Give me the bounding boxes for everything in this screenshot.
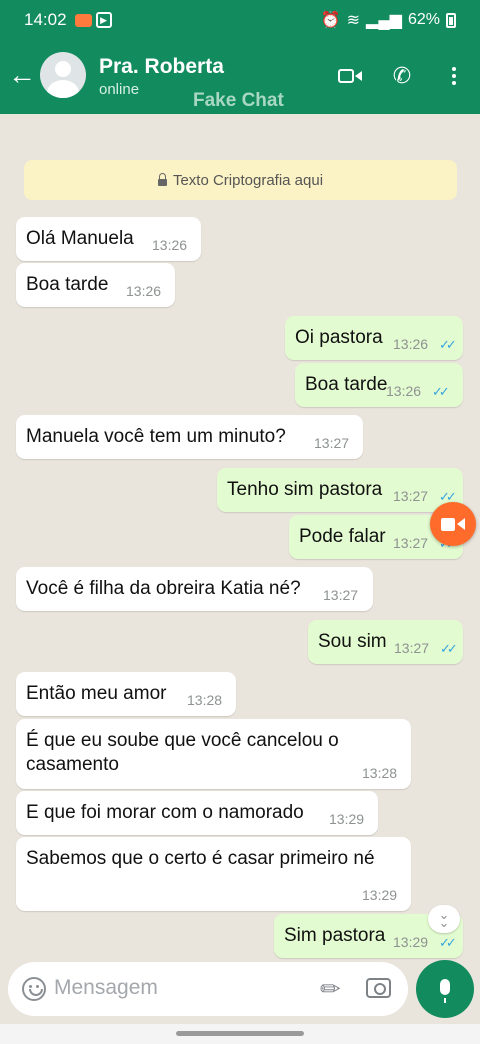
message-text: Então meu amor bbox=[26, 683, 167, 704]
read-receipt-icon: ✓✓ bbox=[432, 384, 450, 399]
message-time: 13:29 bbox=[362, 887, 398, 903]
battery-level: 62% bbox=[407, 11, 440, 28]
more-vert-icon[interactable] bbox=[440, 62, 468, 90]
incoming-message[interactable]: Olá Manuela 13:26 bbox=[16, 217, 201, 261]
video-call-icon[interactable] bbox=[336, 62, 364, 90]
mic-icon bbox=[440, 979, 450, 1003]
screen-record-icon bbox=[74, 13, 92, 27]
avatar[interactable] bbox=[40, 52, 86, 98]
incoming-message[interactable]: Sabemos que o certo é casar primeiro né 1… bbox=[16, 837, 411, 911]
message-text: É que eu soube que você cancelou o casam… bbox=[26, 730, 339, 775]
message-text: Boa tarde bbox=[26, 274, 109, 295]
message-text: Sou sim bbox=[318, 631, 387, 652]
video-call-fab-icon[interactable] bbox=[430, 502, 476, 546]
outgoing-message[interactable]: Oi pastora 13:26 ✓✓ bbox=[285, 316, 463, 360]
message-input[interactable]: Mensagem bbox=[54, 976, 158, 1000]
lock-icon bbox=[157, 172, 167, 186]
outgoing-message[interactable]: Tenho sim pastora 13:27 ✓✓ bbox=[217, 468, 463, 512]
message-time: 13:26 bbox=[386, 383, 422, 399]
status-bar: 14:02 ▶ ⏰ ≋ ▂▄▆ 62% bbox=[0, 0, 480, 40]
message-time: 13:28 bbox=[187, 692, 223, 708]
message-composer[interactable]: Mensagem ✎ bbox=[8, 962, 408, 1016]
read-receipt-icon: ✓✓ bbox=[439, 935, 457, 950]
encryption-notice[interactable]: Texto Criptografia aqui bbox=[24, 160, 457, 200]
scroll-down-icon[interactable]: ⌄ ⌄ bbox=[428, 905, 460, 933]
contact-status: online bbox=[99, 81, 140, 98]
message-text: Oi pastora bbox=[295, 327, 383, 348]
message-time: 13:29 bbox=[393, 934, 429, 950]
mic-button[interactable] bbox=[416, 960, 474, 1018]
message-text: Sim pastora bbox=[284, 925, 386, 946]
chat-header: ← Pra. Roberta online Fake Chat ✆ bbox=[0, 40, 480, 114]
message-text: Manuela você tem um minuto? bbox=[26, 426, 286, 447]
play-store-icon: ▶ bbox=[95, 12, 112, 28]
alarm-icon: ⏰ bbox=[320, 12, 341, 29]
watermark: Fake Chat bbox=[193, 90, 284, 111]
contact-name[interactable]: Pra. Roberta bbox=[99, 55, 224, 79]
wifi-icon: ≋ bbox=[346, 12, 361, 29]
message-text: Você é filha da obreira Katia né? bbox=[26, 578, 301, 599]
message-text: Sabemos que o certo é casar primeiro né bbox=[26, 848, 375, 869]
status-time: 14:02 bbox=[24, 10, 67, 29]
message-time: 13:26 bbox=[152, 237, 188, 253]
attach-icon[interactable]: ✎ bbox=[314, 972, 349, 1007]
home-handle[interactable] bbox=[176, 1031, 304, 1036]
phone-icon[interactable]: ✆ bbox=[388, 62, 416, 90]
message-time: 13:27 bbox=[393, 488, 429, 504]
message-text: E que foi morar com o namorado bbox=[26, 802, 304, 823]
incoming-message[interactable]: E que foi morar com o namorado 13:29 bbox=[16, 791, 378, 835]
message-text: Tenho sim pastora bbox=[227, 479, 383, 500]
message-time: 13:27 bbox=[394, 640, 430, 656]
message-time: 13:26 bbox=[126, 283, 162, 299]
chat-area[interactable]: Texto Criptografia aqui Olá Manuela 13:26… bbox=[0, 114, 480, 959]
message-time: 13:28 bbox=[362, 765, 398, 781]
battery-icon bbox=[446, 12, 456, 28]
outgoing-message[interactable]: Boa tarde 13:26 ✓✓ bbox=[295, 363, 463, 407]
message-text: Pode falar bbox=[299, 526, 386, 547]
emoji-icon[interactable] bbox=[22, 977, 46, 1001]
arrow-left-icon[interactable]: ← bbox=[8, 60, 36, 92]
message-text: Olá Manuela bbox=[26, 228, 134, 249]
camera-icon[interactable] bbox=[366, 978, 391, 998]
message-time: 13:29 bbox=[329, 811, 365, 827]
system-nav-bar bbox=[0, 1024, 480, 1044]
incoming-message[interactable]: Você é filha da obreira Katia né? 13:27 bbox=[16, 567, 373, 611]
message-text: Boa tarde bbox=[305, 374, 388, 395]
read-receipt-icon: ✓✓ bbox=[439, 337, 457, 352]
incoming-message[interactable]: Boa tarde 13:26 bbox=[16, 263, 175, 307]
read-receipt-icon: ✓✓ bbox=[440, 641, 458, 656]
incoming-message[interactable]: É que eu soube que você cancelou o casam… bbox=[16, 719, 411, 789]
message-time: 13:26 bbox=[393, 336, 429, 352]
message-time: 13:27 bbox=[314, 435, 350, 451]
message-time: 13:27 bbox=[323, 587, 359, 603]
message-time: 13:27 bbox=[393, 535, 429, 551]
encryption-notice-text: Texto Criptografia aqui bbox=[172, 171, 324, 189]
incoming-message[interactable]: Manuela você tem um minuto? 13:27 bbox=[16, 415, 363, 459]
signal-icon: ▂▄▆ bbox=[366, 12, 402, 29]
incoming-message[interactable]: Então meu amor 13:28 bbox=[16, 672, 236, 716]
outgoing-message[interactable]: Sou sim 13:27 ✓✓ bbox=[308, 620, 463, 664]
